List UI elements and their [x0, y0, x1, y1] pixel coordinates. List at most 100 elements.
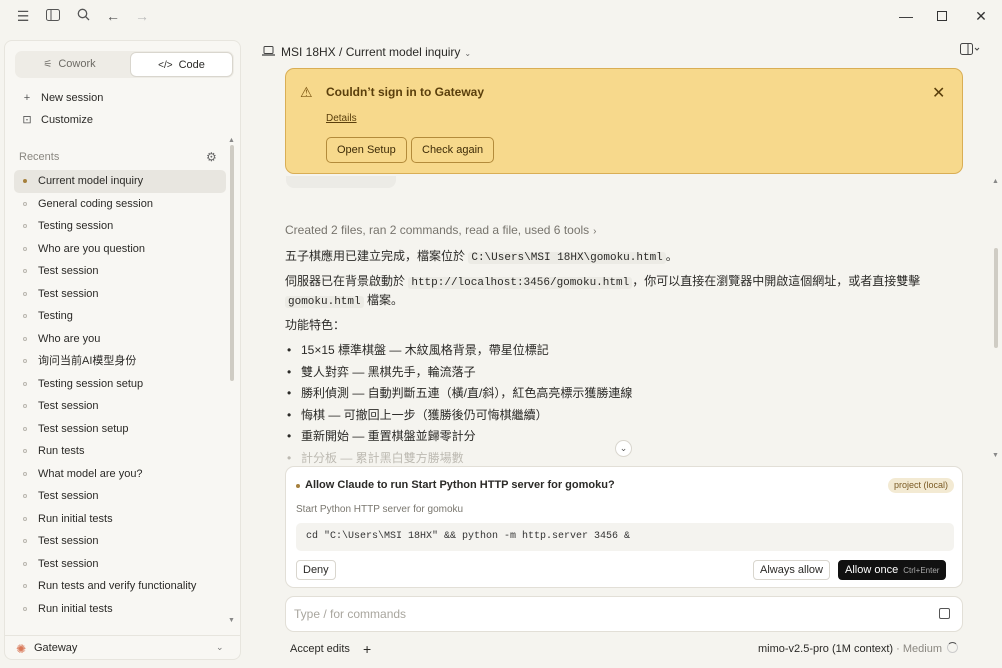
status-dot-icon — [23, 426, 27, 431]
message-paragraph: 伺服器已在背景啟動於 http://localhost:3456/gomoku.… — [285, 274, 921, 308]
recent-item[interactable]: Current model inquiry — [14, 170, 226, 193]
list-item: 勝利偵測 — 自動判斷五連（橫/直/斜），紅色高亮標示獲勝連線 — [285, 383, 955, 405]
open-setup-button[interactable]: Open Setup — [326, 137, 407, 163]
model-selector[interactable]: mimo-v2.5-pro (1M context) · Medium — [758, 641, 942, 657]
status-dot-icon — [23, 359, 27, 363]
search-icon[interactable] — [74, 7, 92, 25]
status-dot-icon — [23, 471, 27, 476]
status-dot-icon — [23, 269, 27, 273]
customize-button[interactable]: ⊡ Customize — [19, 110, 93, 130]
panel-toggle-icon[interactable] — [960, 43, 980, 58]
laptop-icon — [262, 43, 275, 61]
faded-message-chip — [286, 176, 396, 188]
command-preview: cd "C:\Users\MSI 18HX" && python -m http… — [296, 523, 954, 551]
scroll-up-arrow-icon[interactable]: ▲ — [228, 137, 235, 144]
gateway-warning-banner: ⚠ Couldn’t sign in to Gateway ✕ Details … — [285, 68, 963, 174]
recent-item[interactable]: Run initial tests — [14, 508, 226, 531]
cowork-icon: ⚟ — [43, 59, 53, 70]
recent-item[interactable]: Testing session setup — [14, 373, 226, 396]
back-arrow-icon[interactable]: ← — [104, 7, 122, 25]
sidebar-scrollbar[interactable] — [230, 145, 234, 381]
deny-button[interactable]: Deny — [296, 560, 336, 580]
recent-item[interactable]: Run tests and verify functionality — [14, 575, 226, 598]
filter-icon[interactable]: ⚙ — [206, 150, 217, 164]
conversation-header[interactable]: MSI 18HX / Current model inquiry ⌄ — [262, 43, 471, 61]
close-icon[interactable]: ✕ — [932, 83, 945, 103]
recent-item[interactable]: Test session — [14, 283, 226, 306]
scope-badge: project (local) — [888, 478, 955, 493]
scroll-up-arrow-icon[interactable]: ▲ — [992, 178, 999, 185]
tool-summary[interactable]: Created 2 files, ran 2 commands, read a … — [285, 218, 955, 242]
status-dot-icon — [23, 584, 27, 588]
tab-code[interactable]: </> Code — [130, 52, 233, 77]
tab-cowork[interactable]: ⚟ Cowork — [18, 52, 121, 77]
status-dot-icon — [23, 404, 27, 408]
assistant-message: Created 2 files, ran 2 commands, read a … — [285, 218, 955, 469]
add-icon[interactable]: + — [363, 641, 371, 657]
chevron-right-icon: › — [593, 226, 597, 237]
always-allow-button[interactable]: Always allow — [753, 560, 830, 580]
prompt-input[interactable] — [294, 605, 914, 623]
status-dot-icon — [23, 291, 27, 296]
recent-item[interactable]: Test session setup — [14, 418, 226, 441]
scroll-down-arrow-icon[interactable]: ▼ — [228, 617, 235, 624]
mode-toggle: ⚟ Cowork </> Code — [15, 51, 234, 78]
prompt-box — [285, 596, 963, 632]
status-dot-icon — [23, 314, 27, 318]
code-icon: </> — [158, 60, 173, 71]
status-dot-icon — [23, 201, 27, 206]
list-item: 雙人對弈 — 黑棋先手，輪流落子 — [285, 362, 955, 384]
sidebar-toggle-icon[interactable] — [44, 7, 62, 25]
scroll-down-arrow-icon[interactable]: ▼ — [992, 452, 999, 459]
recent-item[interactable]: Run tests — [14, 440, 226, 463]
allow-once-button[interactable]: Allow once Ctrl+Enter — [838, 560, 947, 580]
recent-item[interactable]: Testing session — [14, 215, 226, 238]
status-dot-icon — [23, 539, 27, 543]
permission-title: Allow Claude to run Start Python HTTP se… — [305, 479, 615, 491]
accept-edits-toggle[interactable]: Accept edits — [290, 641, 350, 657]
status-dot-icon — [23, 516, 27, 521]
forward-arrow-icon[interactable]: → — [133, 7, 151, 25]
main-scrollbar[interactable] — [994, 248, 998, 348]
recent-item[interactable]: Test session — [14, 260, 226, 283]
recent-item[interactable]: General coding session — [14, 193, 226, 216]
shortcut-hint: Ctrl+Enter — [903, 566, 940, 575]
new-session-button[interactable]: + New session — [19, 88, 104, 108]
chevron-down-icon: ⌄ — [216, 642, 224, 652]
plus-icon: + — [23, 92, 31, 104]
loading-spinner-icon — [947, 642, 958, 653]
recent-item[interactable]: 询问当前AI模型身份 — [14, 350, 226, 373]
recent-item[interactable]: Who are you — [14, 328, 226, 351]
permission-request: Allow Claude to run Start Python HTTP se… — [285, 466, 963, 588]
recent-item[interactable]: Test session — [14, 485, 226, 508]
menu-icon[interactable]: ☰ — [14, 7, 32, 25]
close-window-icon[interactable]: ✕ — [971, 6, 991, 26]
recent-item[interactable]: Test session — [14, 395, 226, 418]
gateway-selector[interactable]: ✺ Gateway ⌄ — [5, 635, 240, 659]
minimize-icon[interactable]: — — [896, 6, 916, 26]
recent-item[interactable]: Test session — [14, 530, 226, 553]
recent-item[interactable]: Test session — [14, 553, 226, 576]
sidebar: ⚟ Cowork </> Code + New session ⊡ Customize … — [4, 40, 241, 660]
status-dot-icon — [23, 336, 27, 341]
status-dot-icon — [296, 484, 300, 488]
stop-icon[interactable] — [939, 608, 950, 619]
list-item: 悔棋 — 可撤回上一步（獲勝後仍可悔棋繼續） — [285, 405, 955, 427]
status-dot-icon — [23, 561, 27, 566]
details-link[interactable]: Details — [326, 113, 357, 124]
scroll-to-bottom-button[interactable]: ⌄ — [615, 440, 632, 457]
recent-item[interactable]: Run initial tests — [14, 598, 226, 621]
status-dot-icon — [23, 449, 27, 453]
banner-title: Couldn’t sign in to Gateway — [326, 85, 485, 99]
maximize-icon[interactable] — [932, 6, 952, 26]
recent-item[interactable]: Who are you question — [14, 238, 226, 261]
status-dot-icon — [23, 381, 27, 386]
page-title: Current model inquiry — [345, 45, 461, 59]
recent-item[interactable]: Testing — [14, 305, 226, 328]
check-again-button[interactable]: Check again — [411, 137, 495, 163]
recent-item[interactable]: What model are you? — [14, 463, 226, 486]
warning-icon: ⚠ — [300, 84, 313, 100]
briefcase-icon: ⊡ — [22, 114, 32, 126]
permission-subtitle: Start Python HTTP server for gomoku — [296, 504, 464, 515]
chevron-down-icon: ⌄ — [464, 49, 472, 58]
